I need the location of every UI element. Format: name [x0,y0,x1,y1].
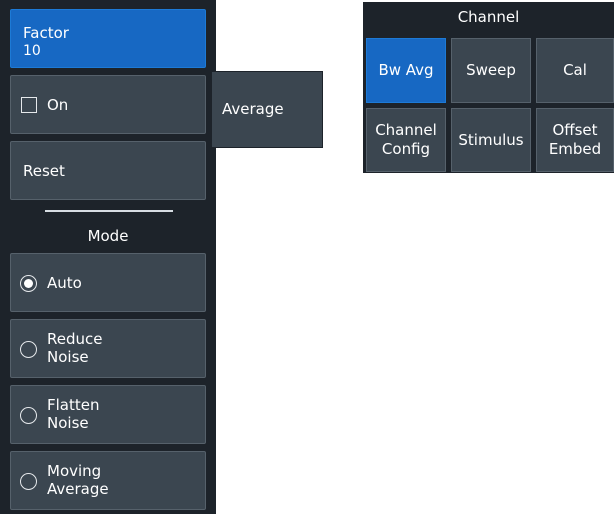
channel-menu-title: Channel [457,8,520,26]
offset-embed-button[interactable]: Offset Embed [536,108,614,172]
radio-unselected-icon [20,407,37,424]
on-label: On [47,96,69,114]
mode-line2: Noise [47,348,89,366]
average-softtool-panel: Factor 10 On Reset Mode Auto Reduce Nois… [0,0,216,514]
factor-value: 10 [23,43,41,59]
mode-line1: Flatten [47,396,100,414]
mode-flatten-noise-button[interactable]: Flatten Noise [10,385,206,444]
radio-unselected-icon [20,341,37,358]
channel-menu: Channel Bw Avg Sweep Cal Channel Config … [363,2,614,173]
bw-avg-label: Bw Avg [378,61,434,79]
mode-reduce-noise-button[interactable]: Reduce Noise [10,319,206,378]
mode-line2: Average [47,480,109,498]
radio-selected-icon [20,275,37,292]
mode-line2: Noise [47,414,89,432]
mode-line1: Moving [47,462,102,480]
mode-heading: Mode [87,227,129,245]
cal-button[interactable]: Cal [536,38,614,103]
tab-average-label: Average [222,100,284,118]
reset-label: Reset [23,162,65,180]
channel-config-line1: Channel [375,121,437,139]
bw-avg-button[interactable]: Bw Avg [366,38,446,103]
tab-average[interactable]: Average [211,71,323,148]
mode-divider [45,210,173,212]
channel-config-line2: Config [381,140,431,158]
stimulus-label: Stimulus [458,130,524,149]
mode-moving-average-button[interactable]: Moving Average [10,451,206,510]
mode-line1: Auto [47,274,82,292]
offset-embed-line1: Offset [552,121,598,139]
on-toggle-button[interactable]: On [10,75,206,134]
sweep-button[interactable]: Sweep [451,38,531,103]
mode-line1: Reduce [47,330,103,348]
radio-unselected-icon [20,473,37,490]
sweep-label: Sweep [466,61,516,79]
reset-button[interactable]: Reset [10,141,206,200]
mode-auto-button[interactable]: Auto [10,253,206,312]
on-checkbox[interactable] [21,97,37,113]
stimulus-button[interactable]: Stimulus [451,108,531,172]
factor-field[interactable]: Factor 10 [10,9,206,68]
cal-label: Cal [563,61,587,79]
offset-embed-line2: Embed [548,140,602,158]
channel-config-button[interactable]: Channel Config [366,108,446,172]
factor-label: Factor [23,24,69,42]
